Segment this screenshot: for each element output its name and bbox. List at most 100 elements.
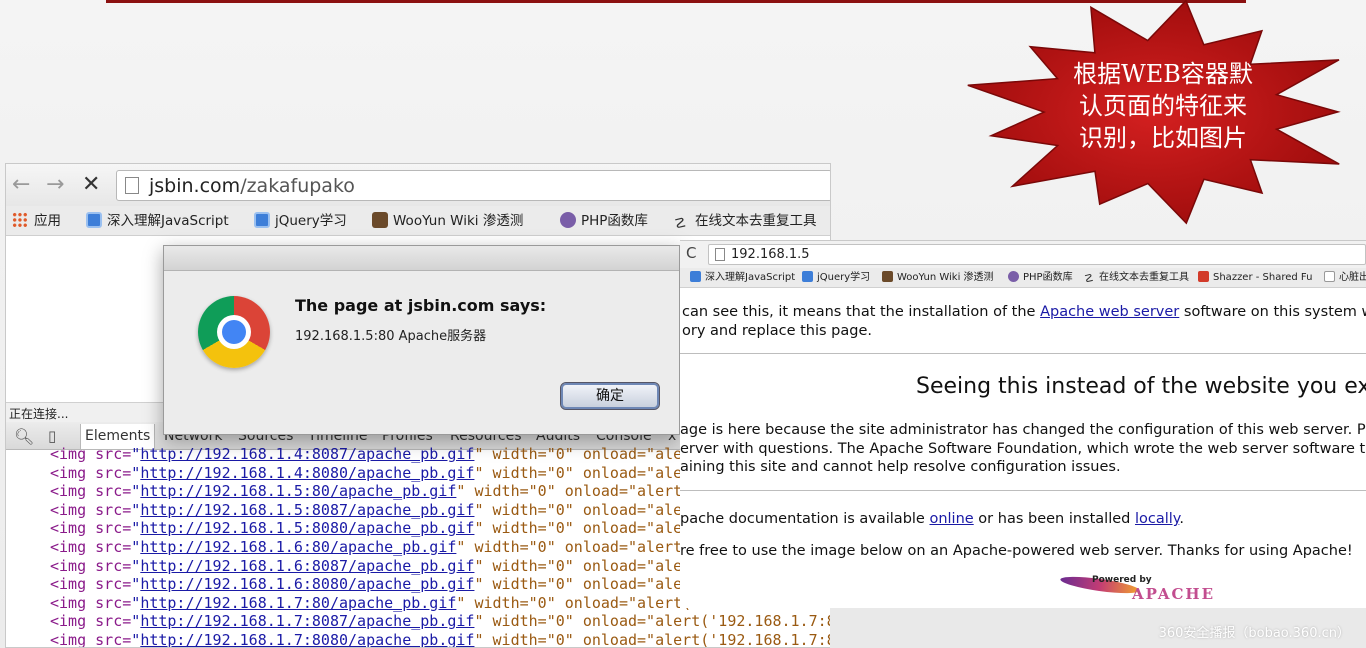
status-bar: 正在连接... — [6, 402, 166, 422]
wooyun-icon — [372, 212, 388, 228]
divider — [680, 353, 1366, 354]
bookmark-wooyun[interactable]: WooYun Wiki 渗透测 — [372, 212, 523, 230]
bookmark-label: WooYun Wiki 渗透测 — [897, 272, 994, 283]
code-url-link[interactable]: http://192.168.1.6:8087/apache_pb.gif — [140, 557, 474, 575]
bookmark-apps[interactable]: 应用 — [12, 212, 61, 230]
page-icon — [715, 248, 725, 261]
intro-line-1: can see this, it means that the installa… — [682, 304, 1366, 320]
code-line: <img src="http://192.168.1.5:80/apache_p… — [50, 482, 692, 501]
code-line: <img src="http://192.168.1.5:8087/apache… — [50, 500, 683, 519]
dialog-message: 192.168.1.5:80 Apache服务器 — [295, 329, 487, 344]
code-url-link[interactable]: http://192.168.1.6:8080/apache_pb.gif — [140, 575, 474, 593]
apps-grid-icon — [12, 212, 28, 228]
code-url-link[interactable]: http://192.168.1.5:80/apache_pb.gif — [140, 482, 456, 500]
callout-text: 根据WEB容器默 认页面的特征来 识别，比如图片 — [1058, 58, 1268, 154]
code-line: <img src="http://192.168.1.6:8087/apache… — [50, 556, 683, 575]
bookmark-dedupe-tool[interactable]: ☡ 在线文本去重复工具 — [674, 212, 817, 232]
bookmarks-bar: 应用 深入理解JavaScript jQuery学习 WooYun Wiki 渗… — [6, 206, 830, 236]
bookmark-label: PHP函数库 — [581, 213, 648, 229]
bookmark-php[interactable]: PHP函数库 — [1008, 271, 1073, 285]
bookmark-php[interactable]: PHP函数库 — [560, 212, 648, 230]
bookmark-label: Shazzer - Shared Fu — [1213, 272, 1313, 283]
callout-line-2: 认页面的特征来 — [1079, 92, 1247, 120]
intro-line-2: ory and replace this page. — [682, 323, 872, 339]
address-bar[interactable]: jsbin.com/zakafupako — [116, 170, 830, 201]
browser-toolbar: C 192.168.1.5 — [680, 241, 1366, 268]
divider — [680, 490, 1366, 491]
page-icon — [125, 177, 139, 194]
code-url-link[interactable]: http://192.168.1.5:8087/apache_pb.gif — [140, 501, 474, 519]
bookmark-label: 在线文本去重复工具 — [695, 213, 817, 229]
bookmark-label: jQuery学习 — [817, 272, 871, 283]
bookmark-jquery[interactable]: jQuery学习 — [802, 271, 870, 285]
back-arrow-icon[interactable]: ← — [12, 174, 30, 196]
php-icon — [1008, 271, 1019, 282]
page-favicon-icon — [690, 271, 701, 282]
free-use-line: re free to use the image below on an Apa… — [680, 543, 1353, 559]
bookmark-label: PHP函数库 — [1023, 272, 1073, 283]
bookmark-label: 心脏出 — [1339, 272, 1366, 283]
bookmark-label: 深入理解JavaScript — [107, 213, 229, 229]
page-favicon-icon — [254, 212, 270, 228]
browser-toolbar: ← → ✕ jsbin.com/zakafupako — [6, 164, 830, 208]
code-url-link[interactable]: http://192.168.1.7:8087/apache_pb.gif — [140, 612, 474, 630]
bookmark-label: 在线文本去重复工具 — [1099, 272, 1189, 283]
tool-icon: ☡ — [1084, 272, 1094, 285]
search-icon[interactable]: 🔍︎ — [14, 427, 34, 446]
php-icon — [560, 212, 576, 228]
forward-arrow-icon[interactable]: → — [46, 174, 64, 196]
wooyun-icon — [882, 271, 893, 282]
apache-default-page: can see this, it means that the installa… — [680, 289, 1366, 608]
address-bar[interactable]: 192.168.1.5 — [708, 244, 1366, 265]
page-heading: Seeing this instead of the website you e… — [916, 374, 1366, 399]
bookmark-jquery[interactable]: jQuery学习 — [254, 212, 347, 230]
right-browser-window: C 192.168.1.5 深入理解JavaScript jQuery学习 Wo… — [680, 240, 1366, 608]
code-line: <img src="http://192.168.1.6:80/apache_p… — [50, 538, 692, 556]
bookmark-shazzer[interactable]: Shazzer - Shared Fu — [1198, 271, 1312, 285]
apache-logo-word: APACHE — [1132, 585, 1216, 603]
local-docs-link[interactable]: locally — [1135, 511, 1179, 527]
code-url-link[interactable]: http://192.168.1.4:8087/apache_pb.gif — [140, 445, 474, 463]
ok-button[interactable]: 确定 — [560, 382, 660, 410]
code-url-link[interactable]: http://192.168.1.7:80/apache_pb.gif — [140, 594, 456, 612]
dialog-title: The page at jsbin.com says: — [295, 296, 547, 315]
page-favicon-icon — [1324, 271, 1335, 282]
code-url-link[interactable]: http://192.168.1.4:8080/apache_pb.gif — [140, 464, 474, 482]
online-docs-link[interactable]: online — [929, 511, 973, 527]
url-domain: jsbin.com — [149, 175, 241, 197]
bookmark-label: 应用 — [34, 213, 61, 229]
bookmark-heart[interactable]: 心脏出 — [1324, 271, 1366, 285]
callout-line-3: 识别，比如图片 — [1079, 124, 1247, 152]
bookmark-dedupe-tool[interactable]: ☡ 在线文本去重复工具 — [1084, 271, 1189, 285]
code-line: <img src="http://192.168.1.7:80/apache_p… — [50, 593, 692, 612]
bookmark-label: jQuery学习 — [275, 213, 347, 229]
bookmark-label: WooYun Wiki 渗透测 — [393, 213, 524, 229]
bookmark-js[interactable]: 深入理解JavaScript — [690, 271, 795, 285]
device-icon[interactable]: ▯ — [48, 427, 56, 445]
alert-dialog: The page at jsbin.com says: 192.168.1.5:… — [163, 245, 680, 435]
chrome-logo-icon — [198, 296, 270, 368]
code-line: <img src="http://192.168.1.4:8080/apache… — [50, 463, 683, 482]
bookmarks-bar: 深入理解JavaScript jQuery学习 WooYun Wiki 渗透测 … — [680, 268, 1366, 288]
code-url-link[interactable]: http://192.168.1.7:8080/apache_pb.gif — [140, 631, 474, 647]
dialog-titlebar — [164, 246, 679, 271]
reload-icon[interactable]: C — [686, 244, 696, 262]
powered-by-label: Powered by — [1092, 575, 1152, 585]
tool-icon: ☡ — [674, 216, 687, 232]
stop-loading-icon[interactable]: ✕ — [82, 174, 100, 196]
address-url: 192.168.1.5 — [731, 247, 810, 262]
para-line-3: aining this site and cannot help resolve… — [680, 459, 1121, 475]
code-url-link[interactable]: http://192.168.1.5:8080/apache_pb.gif — [140, 519, 474, 537]
code-line: <img src="http://192.168.1.4:8087/apache… — [50, 445, 683, 463]
code-line: <img src="http://192.168.1.5:8080/apache… — [50, 519, 683, 538]
url-path: /zakafupako — [240, 175, 355, 197]
bookmark-label: 深入理解JavaScript — [705, 272, 796, 283]
bookmark-wooyun[interactable]: WooYun Wiki 渗透测 — [882, 271, 994, 285]
apache-web-server-link[interactable]: Apache web server — [1040, 304, 1179, 320]
address-url: jsbin.com/zakafupako — [149, 174, 355, 198]
watermark: 360安全播报（bobao.360.cn） — [1158, 626, 1350, 641]
code-url-link[interactable]: http://192.168.1.6:80/apache_pb.gif — [140, 538, 456, 556]
bookmark-js[interactable]: 深入理解JavaScript — [86, 212, 229, 230]
code-line: <img src="http://192.168.1.7:8087/apache… — [50, 612, 831, 631]
code-line: <img src="http://192.168.1.7:8080/apache… — [50, 631, 831, 648]
